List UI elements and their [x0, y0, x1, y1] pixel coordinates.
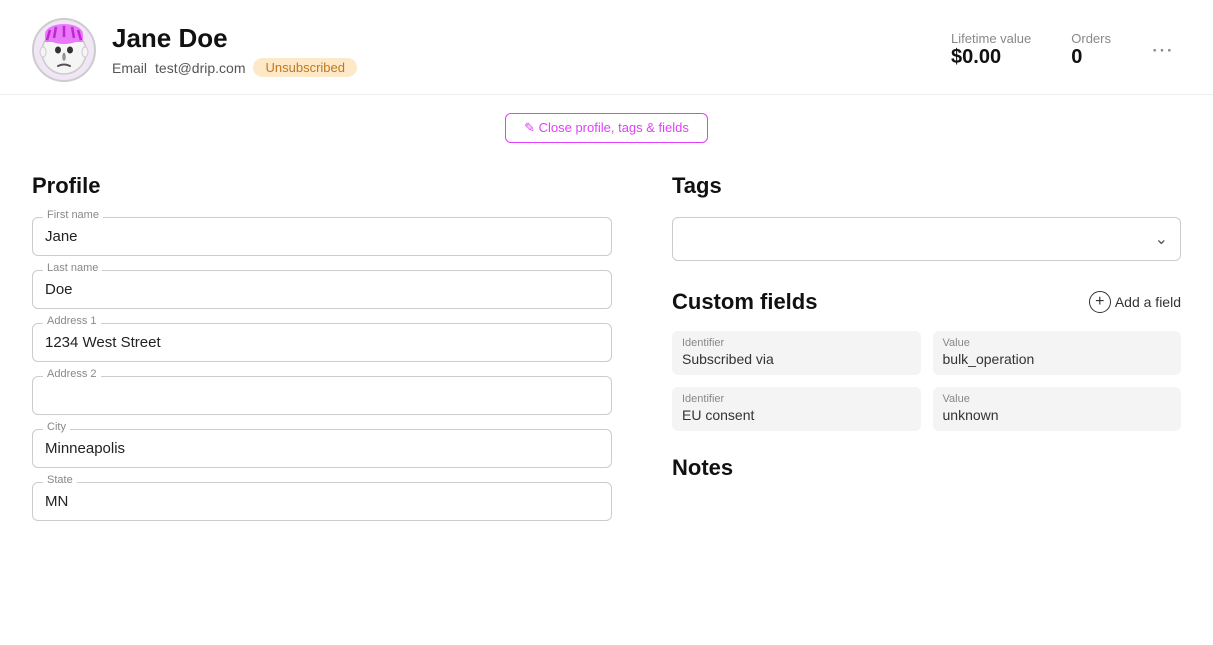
profile-title: Profile [32, 173, 612, 199]
state-input[interactable] [45, 489, 599, 512]
header-stats: Lifetime value $0.00 Orders 0 [951, 31, 1111, 69]
cf-value-label-2: Value [943, 393, 1172, 405]
orders-stat: Orders 0 [1071, 31, 1111, 69]
more-options-button[interactable]: ⋯ [1143, 33, 1181, 67]
cf-value-text-1: bulk_operation [943, 351, 1172, 367]
lifetime-value-stat: Lifetime value $0.00 [951, 31, 1031, 69]
cf-value-2: Value unknown [933, 387, 1182, 431]
cf-identifier-label-2: Identifier [682, 393, 911, 405]
custom-fields-title: Custom fields [672, 289, 817, 315]
last-name-label: Last name [43, 262, 102, 274]
email-label: Email [112, 60, 147, 76]
cf-value-1: Value bulk_operation [933, 331, 1182, 375]
close-profile-button[interactable]: ✎ Close profile, tags & fields [505, 113, 708, 143]
tags-title: Tags [672, 173, 1181, 199]
last-name-field: Last name [32, 270, 612, 309]
chevron-down-icon: ⌄ [1155, 229, 1168, 249]
plus-icon: + [1089, 291, 1111, 313]
cf-value-text-2: unknown [943, 407, 1172, 423]
custom-fields-header: Custom fields + Add a field [672, 289, 1181, 315]
tags-dropdown[interactable]: ⌄ [672, 217, 1181, 261]
cf-identifier-1: Identifier Subscribed via [672, 331, 921, 375]
address2-label: Address 2 [43, 368, 101, 380]
add-field-button[interactable]: + Add a field [1089, 291, 1181, 313]
orders-value: 0 [1071, 46, 1111, 69]
custom-field-row-1: Identifier Subscribed via Value bulk_ope… [672, 331, 1181, 375]
address2-input[interactable] [45, 383, 599, 406]
user-email-row: Email test@drip.com Unsubscribed [112, 58, 935, 77]
top-header: Jane Doe Email test@drip.com Unsubscribe… [0, 0, 1213, 95]
city-field: City [32, 429, 612, 468]
unsubscribed-badge: Unsubscribed [253, 58, 357, 77]
email-value: test@drip.com [155, 60, 245, 76]
cf-value-label-1: Value [943, 337, 1172, 349]
city-input[interactable] [45, 436, 599, 459]
address1-input[interactable] [45, 330, 599, 353]
lifetime-value-label: Lifetime value [951, 31, 1031, 46]
last-name-input[interactable] [45, 277, 599, 300]
right-column: Tags ⌄ Custom fields + Add a field Ident… [672, 173, 1181, 535]
first-name-input[interactable] [45, 224, 599, 247]
user-info: Jane Doe Email test@drip.com Unsubscribe… [112, 23, 935, 77]
main-content: Profile First name Last name Address 1 A… [0, 153, 1213, 535]
address1-label: Address 1 [43, 315, 101, 327]
cf-identifier-value-1: Subscribed via [682, 351, 911, 367]
city-label: City [43, 421, 70, 433]
cf-identifier-2: Identifier EU consent [672, 387, 921, 431]
first-name-label: First name [43, 209, 103, 221]
notes-title: Notes [672, 455, 1181, 481]
close-bar: ✎ Close profile, tags & fields [0, 95, 1213, 153]
avatar [32, 18, 96, 82]
cf-identifier-label-1: Identifier [682, 337, 911, 349]
first-name-field: First name [32, 217, 612, 256]
add-field-label: Add a field [1115, 294, 1181, 310]
cf-identifier-value-2: EU consent [682, 407, 911, 423]
address1-field: Address 1 [32, 323, 612, 362]
address2-field: Address 2 [32, 376, 612, 415]
lifetime-value: $0.00 [951, 46, 1031, 69]
orders-label: Orders [1071, 31, 1111, 46]
user-name: Jane Doe [112, 23, 935, 54]
custom-field-row-2: Identifier EU consent Value unknown [672, 387, 1181, 431]
state-label: State [43, 474, 77, 486]
profile-section: Profile First name Last name Address 1 A… [32, 173, 612, 535]
state-field: State [32, 482, 612, 521]
